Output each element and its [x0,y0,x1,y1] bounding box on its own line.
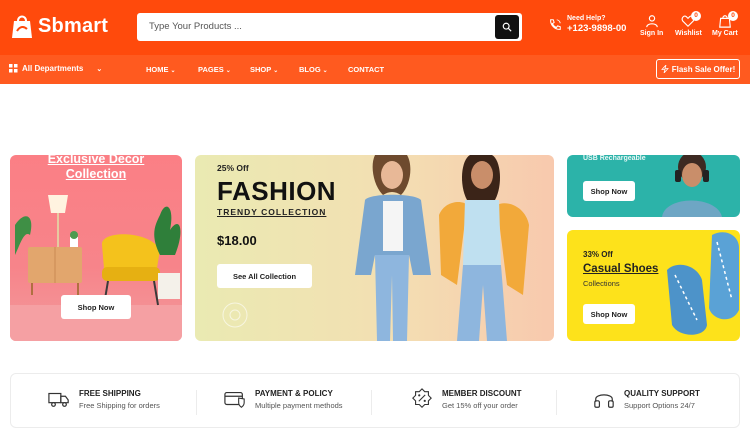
feature-payment-policy: PAYMENT & POLICY Multiple payment method… [224,388,343,410]
discount-badge-icon [412,388,432,409]
wishlist-count-badge: 0 [691,11,701,21]
nav-contact-label: CONTACT [348,65,385,74]
headphones-icon [594,394,614,408]
feature-title: QUALITY SUPPORT [624,388,700,398]
chevron-down-icon: ⌄ [225,68,231,74]
help-contact[interactable]: Need Help? +123-9898-00 [548,15,626,34]
flash-sale-button[interactable]: Flash Sale Offer! [656,59,740,79]
main-nav: All Departments ⌄ HOME ⌄ PAGES ⌄ SHOP ⌄ BLO… [0,55,750,84]
divider [196,390,197,415]
page: Sbmart Type Your Products ... Need Help?… [0,0,750,435]
feature-free-shipping: FREE SHIPPING Free Shipping for orders [48,388,160,410]
nav-home[interactable]: HOME ⌄ [146,65,176,74]
decor-shop-now-button[interactable]: Shop Now [61,295,131,319]
features-strip: FREE SHIPPING Free Shipping for orders P… [10,373,740,428]
shoes-banner[interactable]: 33% Off Casual Shoes Collections Shop No… [567,230,740,341]
shopping-bag-logo-icon [12,15,32,38]
logo[interactable]: Sbmart [10,12,108,40]
nav-pages-label: PAGES [198,65,224,74]
nav-blog-label: BLOG [299,65,321,74]
fashion-subtitle: TRENDY COLLECTION [217,207,327,217]
feature-member-discount: MEMBER DISCOUNT Get 15% off your order [411,388,522,410]
card-shield-icon [224,391,245,408]
chevron-down-icon: ⌄ [322,68,328,74]
feature-title: FREE SHIPPING [79,388,141,398]
nav-pages[interactable]: PAGES ⌄ [198,65,231,74]
chevron-down-icon: ⌄ [170,68,176,74]
chevron-down-icon: ⌄ [96,65,103,73]
feature-title: MEMBER DISCOUNT [442,388,522,398]
feature-desc: Support Options 24/7 [624,400,695,410]
nav-contact[interactable]: CONTACT [348,65,384,74]
all-departments-label: All Departments [22,64,84,73]
sign-in-label: Sign In [640,30,664,37]
feature-quality-support: QUALITY SUPPORT Support Options 24/7 [593,388,700,410]
wishlist-label: Wishlist [675,30,702,37]
fashion-discount: 25% Off [217,163,249,173]
flash-sale-label: Flash Sale Offer! [671,64,736,74]
fashion-banner[interactable]: 25% Off FASHION TRENDY COLLECTION $18.00… [195,155,554,341]
decor-banner[interactable]: Exclusive Decor Collection Shop Now [10,155,182,341]
shoes-title: Casual Shoes [583,263,659,275]
cart-label: My Cart [712,30,738,37]
decor-title: Exclusive Decor Collection [10,155,182,182]
usb-text: USB Rechargeable [583,155,646,162]
search-input[interactable]: Type Your Products ... [149,21,242,32]
help-label: Need Help? [567,15,606,22]
top-header: Sbmart Type Your Products ... Need Help?… [0,0,750,55]
nav-home-label: HOME [146,65,169,74]
feature-title: PAYMENT & POLICY [255,388,333,398]
nav-shop-label: SHOP [250,65,272,74]
cart-count-badge: 0 [728,11,738,21]
search-icon [502,22,512,32]
usb-shop-now-button[interactable]: Shop Now [583,181,635,201]
cart-button[interactable]: 0 My Cart [712,11,738,37]
decor-title-line2: Collection [65,167,127,181]
nav-blog[interactable]: BLOG ⌄ [299,65,328,74]
grid-menu-icon [9,64,18,73]
phone-icon [550,18,561,30]
feature-desc: Free Shipping for orders [79,400,160,410]
all-departments-dropdown[interactable]: All Departments ⌄ [9,64,102,73]
feature-desc: Get 15% off your order [442,400,518,410]
search-bar: Type Your Products ... [137,13,522,41]
divider [371,390,372,415]
usb-banner[interactable]: USB Rechargeable Shop Now [567,155,740,217]
decor-title-line1: Exclusive Decor [47,155,145,166]
nav-shop[interactable]: SHOP ⌄ [250,65,278,74]
feature-desc: Multiple payment methods [255,400,343,410]
shoes-shop-now-button[interactable]: Shop Now [583,304,635,324]
fashion-title: FASHION [217,176,337,206]
divider [556,390,557,415]
see-all-collection-button[interactable]: See All Collection [217,264,312,288]
help-phone: +123-9898-00 [567,23,627,34]
user-icon [645,15,658,28]
truck-icon [48,392,69,407]
logo-text: Sbmart [38,14,109,37]
shoes-discount: 33% Off [583,250,613,259]
chevron-down-icon: ⌄ [273,68,279,74]
lightning-icon [660,65,669,73]
shoes-subtitle: Collections [583,279,620,288]
fashion-price: $18.00 [217,233,257,248]
wishlist-button[interactable]: 0 Wishlist [675,11,702,37]
sign-in-button[interactable]: Sign In [640,14,663,37]
search-button[interactable] [495,15,519,39]
